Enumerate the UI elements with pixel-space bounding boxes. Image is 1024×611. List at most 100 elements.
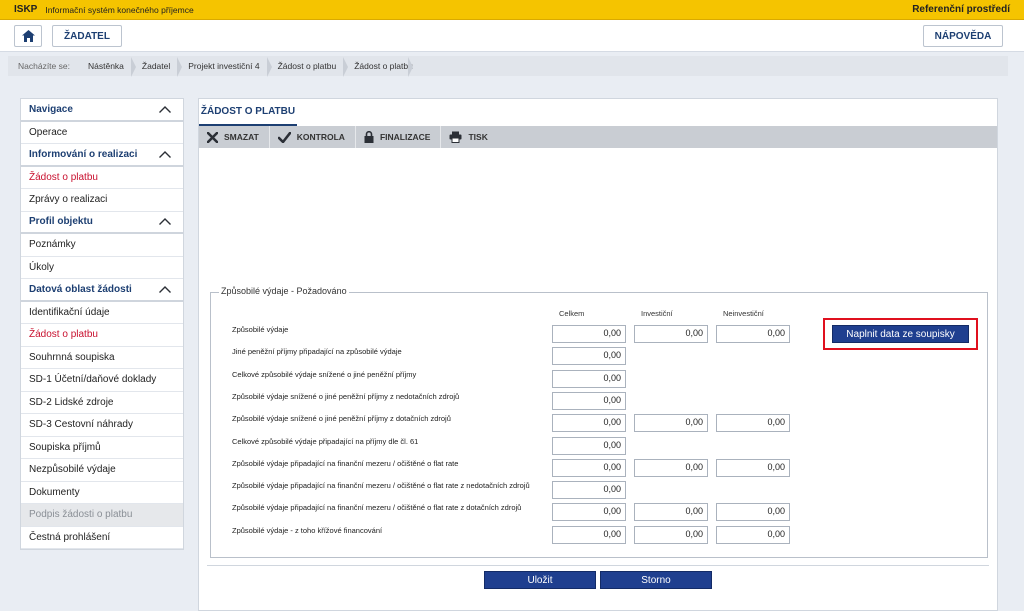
header: ŽADATEL NÁPOVĚDA <box>0 20 1024 52</box>
close-icon <box>207 131 218 143</box>
sidebar-item-label: Navigace <box>29 103 73 115</box>
sidebar-nav: Navigace Operace Informování o realizaci Žá… <box>20 98 184 550</box>
sidebar-item-sd-3-cestovni-nahrady[interactable]: SD-3 Cestovní náhrady <box>21 414 183 437</box>
amount-field-investicni[interactable]: 0,00 <box>634 525 708 544</box>
amount-field-neinvesticni[interactable]: 0,00 <box>716 325 790 343</box>
row-label: Způsobilé výdaje připadající na finanční… <box>232 503 522 513</box>
sidebar-item-sd-2-lidske-zdroje[interactable]: SD-2 Lidské zdroje <box>21 392 183 414</box>
amount-field-celkem[interactable]: 0,00 <box>552 325 626 343</box>
sidebar-section-profil-objektu[interactable]: Profil objektu <box>21 212 183 234</box>
sidebar-item-label: Datová oblast žádosti <box>29 283 132 295</box>
chevron-up-icon[interactable] <box>159 285 171 293</box>
tab-zadost-o-platbu[interactable]: ŽÁDOST O PLATBU <box>199 99 297 126</box>
sidebar-item-identifikacni-udaje[interactable]: Identifikační údaje <box>21 302 183 324</box>
lock-icon <box>364 131 374 143</box>
cancel-button[interactable]: Storno <box>600 571 712 589</box>
chevron-up-icon[interactable] <box>159 150 171 158</box>
row-label: Celkové způsobilé výdaje snížené o jiné … <box>232 369 417 379</box>
amount-field-celkem[interactable]: 0,00 <box>552 414 626 433</box>
row-label: Způsobilé výdaje <box>232 325 289 334</box>
sidebar-item-soupiska-prijmu[interactable]: Soupiska příjmů <box>21 437 183 459</box>
print-button[interactable]: TISK <box>441 126 497 148</box>
amount-field-investicni[interactable]: 0,00 <box>634 503 708 522</box>
sidebar-item-label: SD-1 Účetní/daňové doklady <box>29 374 157 386</box>
chevron-up-icon[interactable] <box>159 105 171 113</box>
sidebar-item-label: Informování o realizaci <box>29 148 138 160</box>
help-button[interactable]: NÁPOVĚDA <box>923 25 1003 47</box>
breadcrumb-item-zadost[interactable]: Žádost o platbu <box>272 57 349 77</box>
sidebar-item-sd-1-ucetni-danove-doklady[interactable]: SD-1 Účetní/daňové doklady <box>21 369 183 392</box>
check-button[interactable]: KONTROLA <box>270 126 356 148</box>
amount-field-celkem[interactable]: 0,00 <box>552 347 626 366</box>
sidebar-item-label: Profil objektu <box>29 216 93 228</box>
sidebar-item-label: SD-2 Lidské zdroje <box>29 396 114 408</box>
row-label: Způsobilé výdaje snížené o jiné peněžní … <box>232 391 460 401</box>
row-label: Celkové způsobilé výdaje připadající na … <box>232 436 419 446</box>
eligible-expenses-section: Způsobilé výdaje - Požadováno Celkem Inv… <box>210 286 988 558</box>
row-label: Způsobilé výdaje připadající na finanční… <box>232 481 530 491</box>
breadcrumb-item-projekt[interactable]: Projekt investiční 4 <box>182 57 272 77</box>
amount-field-neinvesticni[interactable]: 0,00 <box>716 503 790 522</box>
sidebar-item-zpravy-o-realizaci[interactable]: Zprávy o realizaci <box>21 189 183 212</box>
sidebar-item-label: Podpis žádosti o platbu <box>29 509 133 521</box>
amount-field-neinvesticni[interactable]: 0,00 <box>716 458 790 477</box>
sidebar-section-informovani-o-realizaci[interactable]: Informování o realizaci <box>21 144 183 167</box>
amount-field-investicni[interactable]: 0,00 <box>634 458 708 477</box>
delete-button[interactable]: SMAZAT <box>199 126 270 148</box>
amount-field-celkem[interactable]: 0,00 <box>552 481 626 500</box>
finalize-label: FINALIZACE <box>379 132 431 142</box>
breadcrumb-item-zadatel[interactable]: Žadatel <box>136 57 183 77</box>
breadcrumb-item-nastenka[interactable]: Nástěnka <box>82 57 136 77</box>
chevron-up-icon[interactable] <box>159 218 171 226</box>
sidebar-item-nezpusobile-vydaje[interactable]: Nezpůsobilé výdaje <box>21 459 183 482</box>
breadcrumb-item-current: Žádost o platbu <box>348 57 413 77</box>
sidebar-item-label: Soupiska příjmů <box>29 441 101 453</box>
sidebar-item-podpis-zadosti-o-platbu: Podpis žádosti o platbu <box>21 504 183 527</box>
sidebar-item-dokumenty[interactable]: Dokumenty <box>21 482 183 504</box>
amount-field-celkem[interactable]: 0,00 <box>552 391 626 410</box>
amount-field-celkem[interactable]: 0,00 <box>552 503 626 522</box>
amount-field-neinvesticni[interactable]: 0,00 <box>716 525 790 544</box>
sidebar-item-cestna-prohlaseni[interactable]: Čestná prohlášení <box>21 527 183 549</box>
sidebar-item-label: Žádost o platbu <box>29 171 98 183</box>
amount-field-celkem[interactable]: 0,00 <box>552 369 626 388</box>
column-header-neinvesticni: Neinvestiční <box>723 309 764 318</box>
zadatel-button[interactable]: ŽADATEL <box>52 25 122 47</box>
finalize-button[interactable]: FINALIZACE <box>356 126 442 148</box>
breadcrumb: Nacházíte se: Nástěnka Žadatel Projekt i… <box>8 56 1008 77</box>
amount-field-celkem[interactable]: 0,00 <box>552 436 626 455</box>
row-label: Jiné peněžní příjmy připadající na způso… <box>232 347 402 357</box>
printer-icon <box>449 131 462 143</box>
sidebar-item-label: Identifikační údaje <box>29 306 110 318</box>
sidebar-item-label: Zprávy o realizaci <box>29 194 108 206</box>
sidebar-item-poznamky[interactable]: Poznámky <box>21 234 183 257</box>
sidebar-item-label: Žádost o platbu <box>29 329 98 341</box>
sidebar-section-navigace[interactable]: Navigace <box>21 99 183 122</box>
sidebar-item-label: Nezpůsobilé výdaje <box>29 464 116 476</box>
amount-field-celkem[interactable]: 0,00 <box>552 458 626 477</box>
sidebar-item-operace[interactable]: Operace <box>21 122 183 144</box>
sidebar-item-zadost-o-platbu[interactable]: Žádost o platbu <box>21 324 183 347</box>
sidebar-section-datova-oblast-zadosti[interactable]: Datová oblast žádosti <box>21 279 183 302</box>
row-label: Způsobilé výdaje - z toho křížové financ… <box>232 525 383 535</box>
sidebar-item-souhrnna-soupiska[interactable]: Souhrnná soupiska <box>21 347 183 369</box>
column-header-celkem: Celkem <box>559 309 585 318</box>
amount-field-celkem[interactable]: 0,00 <box>552 525 626 544</box>
save-button[interactable]: Uložit <box>484 571 596 589</box>
amount-field-investicni[interactable]: 0,00 <box>634 414 708 433</box>
amount-field-investicni[interactable]: 0,00 <box>634 325 708 343</box>
top-bar: ISKP Informační systém konečného příjemc… <box>0 0 1024 20</box>
home-button[interactable] <box>14 25 42 47</box>
delete-label: SMAZAT <box>224 132 259 142</box>
sidebar-item-label: SD-3 Cestovní náhrady <box>29 419 133 431</box>
main-panel: ŽÁDOST O PLATBU SMAZAT KONTROLA FINALIZA… <box>198 98 998 611</box>
sidebar-item-label: Poznámky <box>29 239 76 251</box>
sidebar-item-zadost-o-platbu[interactable]: Žádost o platbu <box>21 167 183 189</box>
sidebar-item-ukoly[interactable]: Úkoly <box>21 257 183 279</box>
environment-label: Referenční prostředí <box>912 4 1010 15</box>
amount-field-neinvesticni[interactable]: 0,00 <box>716 414 790 433</box>
check-label: KONTROLA <box>296 132 345 142</box>
system-name: Informační systém konečného příjemce <box>45 4 194 15</box>
check-icon <box>277 131 291 143</box>
fill-from-list-button[interactable]: Naplnit data ze soupisky <box>832 325 969 343</box>
